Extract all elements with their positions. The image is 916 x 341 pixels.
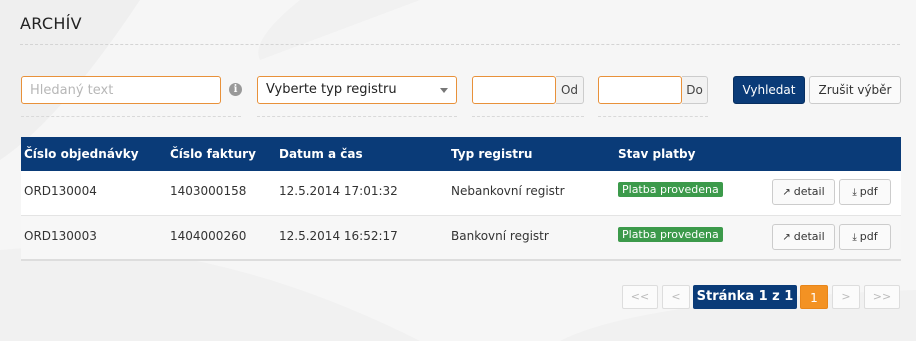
status-badge: Platba provedena [618,182,723,197]
column-header-payment-status[interactable]: Stav platby [618,137,695,171]
detail-label: detail [793,185,825,198]
external-link-icon: ↗ [782,187,791,198]
date-from-input[interactable] [472,76,556,104]
last-page-button[interactable]: >> [864,285,900,309]
filter-divider [598,116,708,117]
status-badge: Platba provedena [618,227,723,242]
next-page-button[interactable]: > [832,285,860,309]
invoice-number: 1403000158 [170,184,247,198]
table-header: Číslo objednávky Číslo faktury Datum a č… [21,137,901,171]
filter-divider [472,116,584,117]
column-header-invoice[interactable]: Číslo faktury [170,137,256,171]
register-type: Bankovní registr [451,229,549,243]
table-row: ORD130003 1404000260 12.5.2014 16:52:17 … [21,215,901,259]
date-time: 12.5.2014 17:01:32 [279,184,398,198]
register-type-select[interactable]: Vyberte typ registru [257,76,457,104]
previous-page-button[interactable]: < [662,285,690,309]
date-to-label: Do [682,76,708,104]
filter-divider [257,116,457,117]
date-to-input[interactable] [598,76,682,104]
search-button[interactable]: Vyhledat [733,76,805,104]
external-link-icon: ↗ [782,232,791,243]
date-time: 12.5.2014 16:52:17 [279,229,398,243]
archive-table: Číslo objednávky Číslo faktury Datum a č… [21,137,901,261]
pdf-label: pdf [859,185,878,198]
current-page-button[interactable]: 1 [800,285,828,309]
column-header-register-type[interactable]: Typ registru [451,137,532,171]
detail-button[interactable]: ↗ detail [772,224,835,250]
first-page-button[interactable]: << [622,285,658,309]
page-title: ARCHÍV [20,14,82,33]
filter-divider [21,116,241,117]
page-info: Stránka 1 z 1 [693,285,797,309]
date-from-label: Od [556,76,584,104]
table-row: ORD130004 1403000158 12.5.2014 17:01:32 … [21,171,901,215]
order-number: ORD130004 [24,184,97,198]
detail-label: detail [793,230,825,243]
order-number: ORD130003 [24,229,97,243]
register-type-value: Vyberte typ registru [266,82,397,97]
column-header-order[interactable]: Číslo objednávky [24,137,139,171]
title-divider [20,44,900,45]
download-icon: ⤓ [852,187,857,198]
pdf-button[interactable]: ⤓ pdf [839,179,891,205]
search-input[interactable] [21,76,221,104]
download-icon: ⤓ [852,232,857,243]
pdf-label: pdf [859,230,878,243]
clear-selection-button[interactable]: Zrušit výběr [809,76,901,104]
chevron-down-icon [440,88,448,93]
invoice-number: 1404000260 [170,229,247,243]
pdf-button[interactable]: ⤓ pdf [839,224,891,250]
detail-button[interactable]: ↗ detail [772,179,835,205]
register-type: Nebankovní registr [451,184,565,198]
info-circle-icon[interactable]: i [229,83,242,96]
column-header-datetime[interactable]: Datum a čas [279,137,363,171]
